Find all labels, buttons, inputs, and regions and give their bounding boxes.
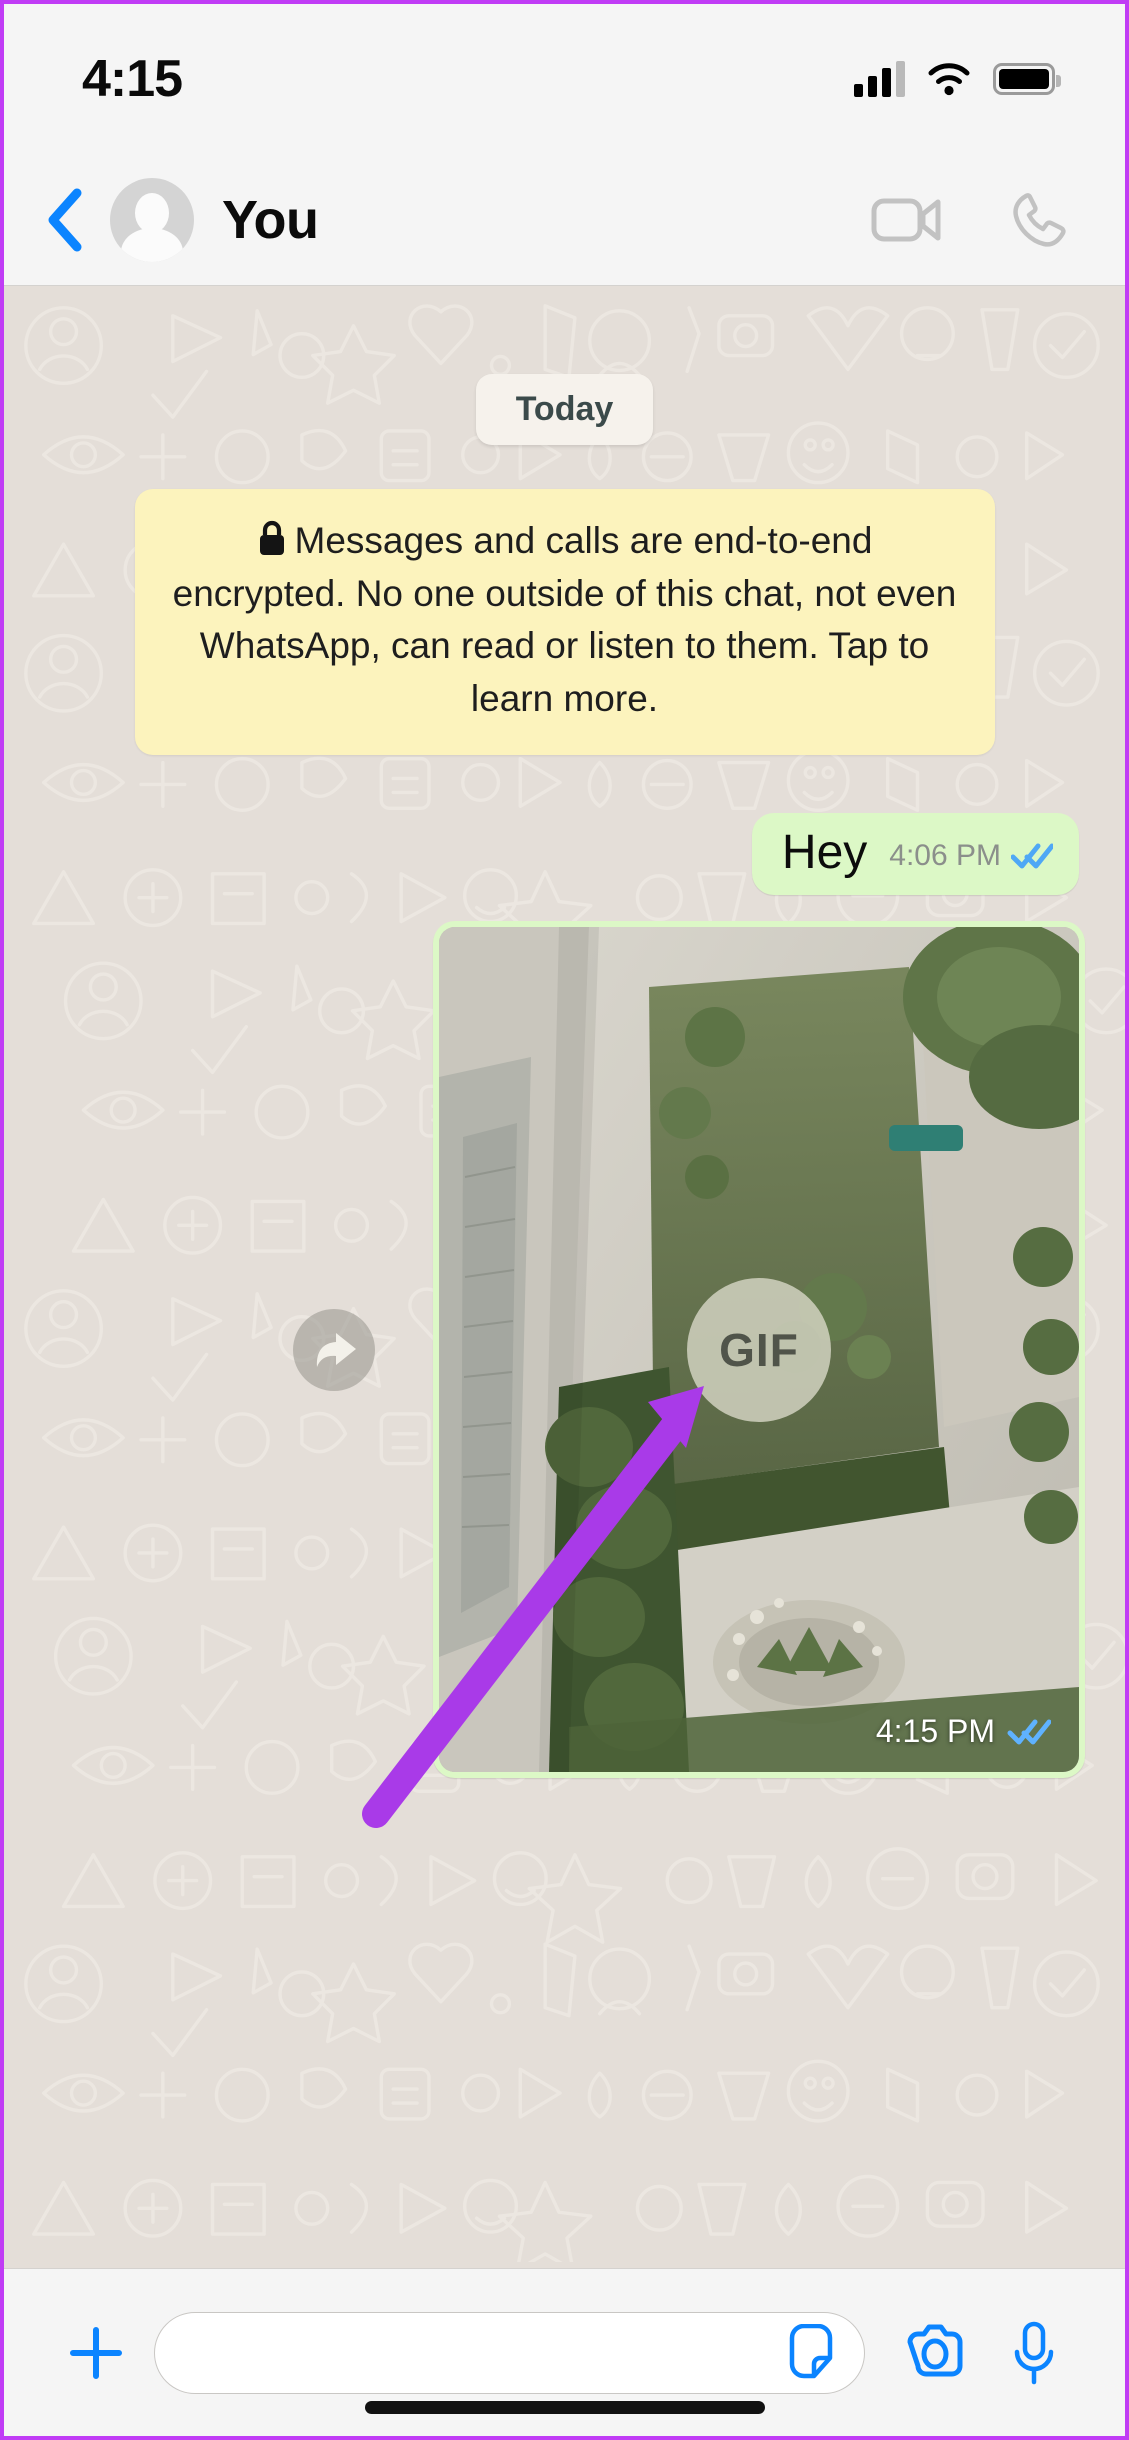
avatar[interactable]	[110, 177, 194, 262]
status-indicators	[854, 61, 1061, 97]
encryption-notice[interactable]: Messages and calls are end-to-end encryp…	[134, 489, 995, 756]
voice-call-button[interactable]	[1009, 191, 1067, 249]
plus-icon	[70, 2326, 122, 2379]
home-indicator	[364, 2401, 765, 2414]
microphone-icon	[1014, 2321, 1054, 2384]
day-divider-row: Today	[4, 374, 1125, 445]
voice-record-button[interactable]	[987, 2320, 1081, 2386]
gif-badge[interactable]: GIF	[687, 1277, 831, 1422]
encryption-notice-row: Messages and calls are end-to-end encryp…	[4, 489, 1125, 756]
message-input-field[interactable]	[154, 2311, 865, 2394]
media-message-time: 4:15 PM	[875, 1713, 995, 1750]
attach-button[interactable]	[48, 2322, 144, 2384]
lock-icon	[259, 520, 284, 555]
wifi-icon	[928, 63, 970, 96]
cellular-signal-icon	[854, 61, 905, 97]
sticker-icon[interactable]	[784, 2323, 838, 2382]
phone-screen: 4:15 You Today Messages and calls are en…	[0, 0, 1129, 2440]
battery-icon	[993, 63, 1061, 95]
message-bubble-media[interactable]: GIF 4:15 PM	[433, 921, 1085, 1779]
encryption-notice-text: Messages and calls are end-to-end encryp…	[172, 520, 957, 719]
message-text: Hey	[781, 826, 868, 880]
message-input[interactable]	[189, 2331, 784, 2374]
avatar-body	[121, 227, 183, 262]
message-bubble-text[interactable]: Hey 4:06 PM	[751, 813, 1079, 896]
status-bar: 4:15	[4, 4, 1125, 154]
video-call-button[interactable]	[871, 195, 943, 245]
chat-header: You	[4, 154, 1125, 286]
phone-call-icon	[1013, 192, 1066, 247]
message-row: Hey 4:06 PM	[4, 813, 1125, 896]
gif-thumbnail[interactable]: GIF 4:15 PM	[439, 927, 1079, 1773]
back-chevron-icon	[48, 188, 82, 251]
message-meta: 4:06 PM	[889, 839, 1053, 877]
chat-body: Today Messages and calls are end-to-end …	[4, 286, 1125, 2268]
day-divider: Today	[475, 374, 654, 445]
media-message-meta: 4:15 PM	[876, 1713, 1051, 1750]
double-check-icon	[1007, 1719, 1051, 1745]
camera-button[interactable]	[883, 2324, 987, 2382]
camera-icon	[907, 2324, 963, 2376]
forward-button[interactable]	[293, 1308, 375, 1391]
avatar-head	[135, 192, 169, 233]
message-row: GIF 4:15 PM	[4, 921, 1125, 1779]
forward-arrow-icon	[316, 1332, 356, 1367]
status-time: 4:15	[82, 50, 183, 108]
header-actions	[871, 191, 1067, 249]
page-title[interactable]: You	[222, 189, 319, 251]
double-check-icon	[1011, 843, 1053, 869]
video-call-icon	[871, 198, 941, 241]
back-button[interactable]	[30, 185, 100, 255]
message-time: 4:06 PM	[889, 839, 1001, 873]
